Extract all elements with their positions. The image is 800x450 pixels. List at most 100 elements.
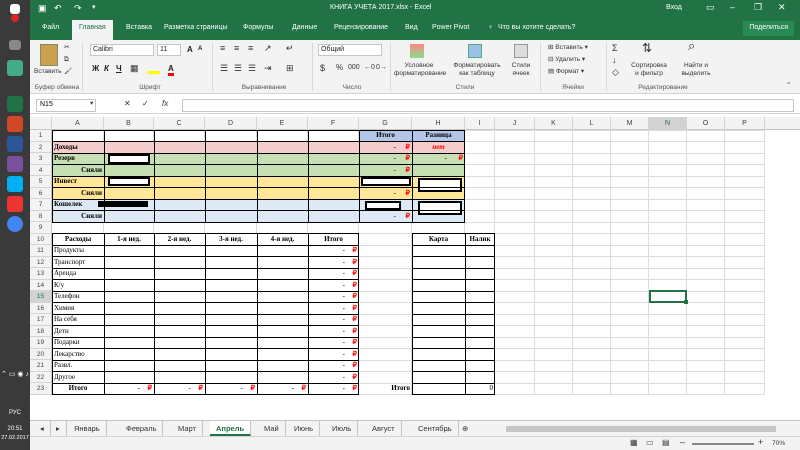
- column-header-m[interactable]: M: [611, 117, 649, 130]
- new-sheet-icon[interactable]: ⊕: [456, 421, 474, 436]
- row-header-2[interactable]: 2: [30, 141, 52, 153]
- row-header-15[interactable]: 15: [30, 291, 52, 303]
- sheet-tab-5[interactable]: Май: [258, 421, 286, 436]
- conditional-format-button[interactable]: Условное форматирование: [394, 62, 446, 78]
- column-header-j[interactable]: J: [495, 117, 535, 130]
- sheet-tab-8[interactable]: Август: [366, 421, 402, 436]
- merge-center-icon[interactable]: ⊞: [286, 64, 294, 73]
- zoom-level[interactable]: 70%: [772, 440, 785, 448]
- column-header-i[interactable]: I: [465, 117, 495, 130]
- shrink-font-icon[interactable]: A: [198, 46, 202, 52]
- namebox-dropdown-icon[interactable]: ▾: [90, 100, 93, 108]
- powerpoint-taskbar-icon[interactable]: [7, 116, 23, 132]
- tab-home[interactable]: Главная: [72, 20, 113, 40]
- grow-font-icon[interactable]: A: [187, 45, 193, 54]
- tab-view[interactable]: Вид: [405, 24, 418, 31]
- align-middle-icon[interactable]: ≡: [234, 44, 239, 53]
- sort-filter-icon[interactable]: ⇅: [642, 42, 652, 54]
- underline-button[interactable]: Ч: [116, 64, 122, 73]
- word-taskbar-icon[interactable]: [7, 136, 23, 152]
- maximize-button[interactable]: ❐: [754, 2, 762, 13]
- paste-icon[interactable]: [40, 44, 58, 66]
- increase-decimal-icon[interactable]: ←0: [364, 64, 375, 72]
- format-cells-button[interactable]: ▤ Формат ▾: [548, 68, 584, 76]
- undo-icon[interactable]: ↶: [54, 3, 62, 14]
- normal-view-icon[interactable]: ▦: [630, 439, 638, 447]
- row-header-1[interactable]: 1: [30, 130, 52, 142]
- row-header-13[interactable]: 13: [30, 268, 52, 280]
- app-icon-green[interactable]: [7, 60, 23, 76]
- wrap-text-icon[interactable]: ↵: [286, 44, 294, 53]
- column-header-g[interactable]: G: [359, 117, 412, 130]
- indent-icon[interactable]: ⇥: [264, 64, 272, 73]
- row-header-5[interactable]: 5: [30, 176, 52, 188]
- zoom-slider[interactable]: [692, 443, 754, 445]
- row-header-21[interactable]: 21: [30, 360, 52, 372]
- sort-filter-button[interactable]: Сортировка и фильтр: [624, 62, 674, 78]
- clear-icon[interactable]: ◇: [612, 68, 619, 77]
- fill-icon[interactable]: ↓: [612, 56, 617, 65]
- zoom-in-icon[interactable]: +: [758, 438, 763, 447]
- format-table-icon[interactable]: [468, 44, 482, 58]
- row-header-20[interactable]: 20: [30, 348, 52, 360]
- autosum-icon[interactable]: Σ: [612, 44, 618, 53]
- share-button[interactable]: Поделиться: [743, 21, 794, 36]
- sheet-tab-3[interactable]: Март: [172, 421, 203, 436]
- paste-button[interactable]: Вставить: [34, 68, 62, 76]
- row-header-9[interactable]: 9: [30, 222, 52, 234]
- row-header-7[interactable]: 7: [30, 199, 52, 211]
- tray-icons[interactable]: ⌃ ▭ ◉ ♪: [0, 370, 30, 378]
- row-header-17[interactable]: 17: [30, 314, 52, 326]
- tab-data[interactable]: Данные: [292, 24, 317, 31]
- task-view-icon[interactable]: [9, 40, 21, 50]
- page-layout-view-icon[interactable]: ▭: [646, 439, 654, 447]
- font-size-select[interactable]: 11: [157, 44, 181, 56]
- login-link[interactable]: Вход: [666, 4, 682, 11]
- row-header-12[interactable]: 12: [30, 256, 52, 268]
- tab-page-layout[interactable]: Разметка страницы: [164, 24, 228, 31]
- row-header-23[interactable]: 23: [30, 383, 52, 395]
- bold-button[interactable]: Ж: [92, 64, 99, 73]
- cancel-formula-icon[interactable]: ✕: [124, 100, 131, 108]
- row-header-6[interactable]: 6: [30, 187, 52, 199]
- formula-input[interactable]: [182, 99, 794, 112]
- sheet-tab-2[interactable]: Февраль: [120, 421, 164, 436]
- scroll-tabs-right-icon[interactable]: ▸: [50, 421, 67, 436]
- clock-date[interactable]: 27.02.2017: [0, 435, 30, 441]
- align-bottom-icon[interactable]: ≡: [248, 44, 253, 53]
- tab-review[interactable]: Рецензирование: [334, 24, 388, 31]
- tab-insert[interactable]: Вставка: [126, 24, 152, 31]
- worksheet-grid[interactable]: ABCDEFGHIJKLMNOP 1 2 3 4 5 6 7 8 9 10 11 12 13 14 15 16…: [30, 117, 800, 417]
- sheet-tab-1[interactable]: Январь: [68, 421, 107, 436]
- orientation-icon[interactable]: ↗: [264, 44, 272, 53]
- fill-color-icon[interactable]: [148, 64, 160, 74]
- column-header-e[interactable]: E: [257, 117, 308, 130]
- row-header-19[interactable]: 19: [30, 337, 52, 349]
- tab-file[interactable]: Файл: [42, 24, 59, 31]
- row-header-4[interactable]: 4: [30, 164, 52, 176]
- column-header-d[interactable]: D: [205, 117, 257, 130]
- column-header-o[interactable]: O: [687, 117, 725, 130]
- conditional-format-icon[interactable]: [410, 44, 424, 58]
- align-left-icon[interactable]: ☰: [220, 64, 228, 73]
- sheet-tab-4[interactable]: Апрель: [210, 421, 252, 436]
- skype-taskbar-icon[interactable]: [7, 176, 23, 192]
- column-header-n[interactable]: N: [649, 117, 687, 130]
- cell-styles-icon[interactable]: [514, 44, 528, 58]
- input-language[interactable]: РУС: [0, 410, 30, 416]
- format-painter-icon[interactable]: 🖌: [64, 68, 72, 76]
- insert-function-icon[interactable]: fx: [162, 100, 168, 108]
- sheet-tab-7[interactable]: Июль: [326, 421, 359, 436]
- row-header-14[interactable]: 14: [30, 279, 52, 291]
- find-select-button[interactable]: Найти и выделить: [674, 62, 718, 78]
- save-icon[interactable]: ▣: [38, 3, 47, 14]
- viber-taskbar-icon[interactable]: [7, 156, 23, 172]
- customize-qat-icon[interactable]: ▾: [92, 3, 96, 11]
- align-right-icon[interactable]: ☰: [248, 64, 256, 73]
- decrease-decimal-icon[interactable]: 0→: [376, 64, 387, 72]
- redo-icon[interactable]: ↷: [74, 3, 82, 14]
- yandex-taskbar-icon[interactable]: [7, 196, 23, 212]
- select-all-corner[interactable]: [30, 117, 52, 130]
- italic-button[interactable]: К: [104, 64, 109, 73]
- name-box[interactable]: N15: [36, 99, 96, 112]
